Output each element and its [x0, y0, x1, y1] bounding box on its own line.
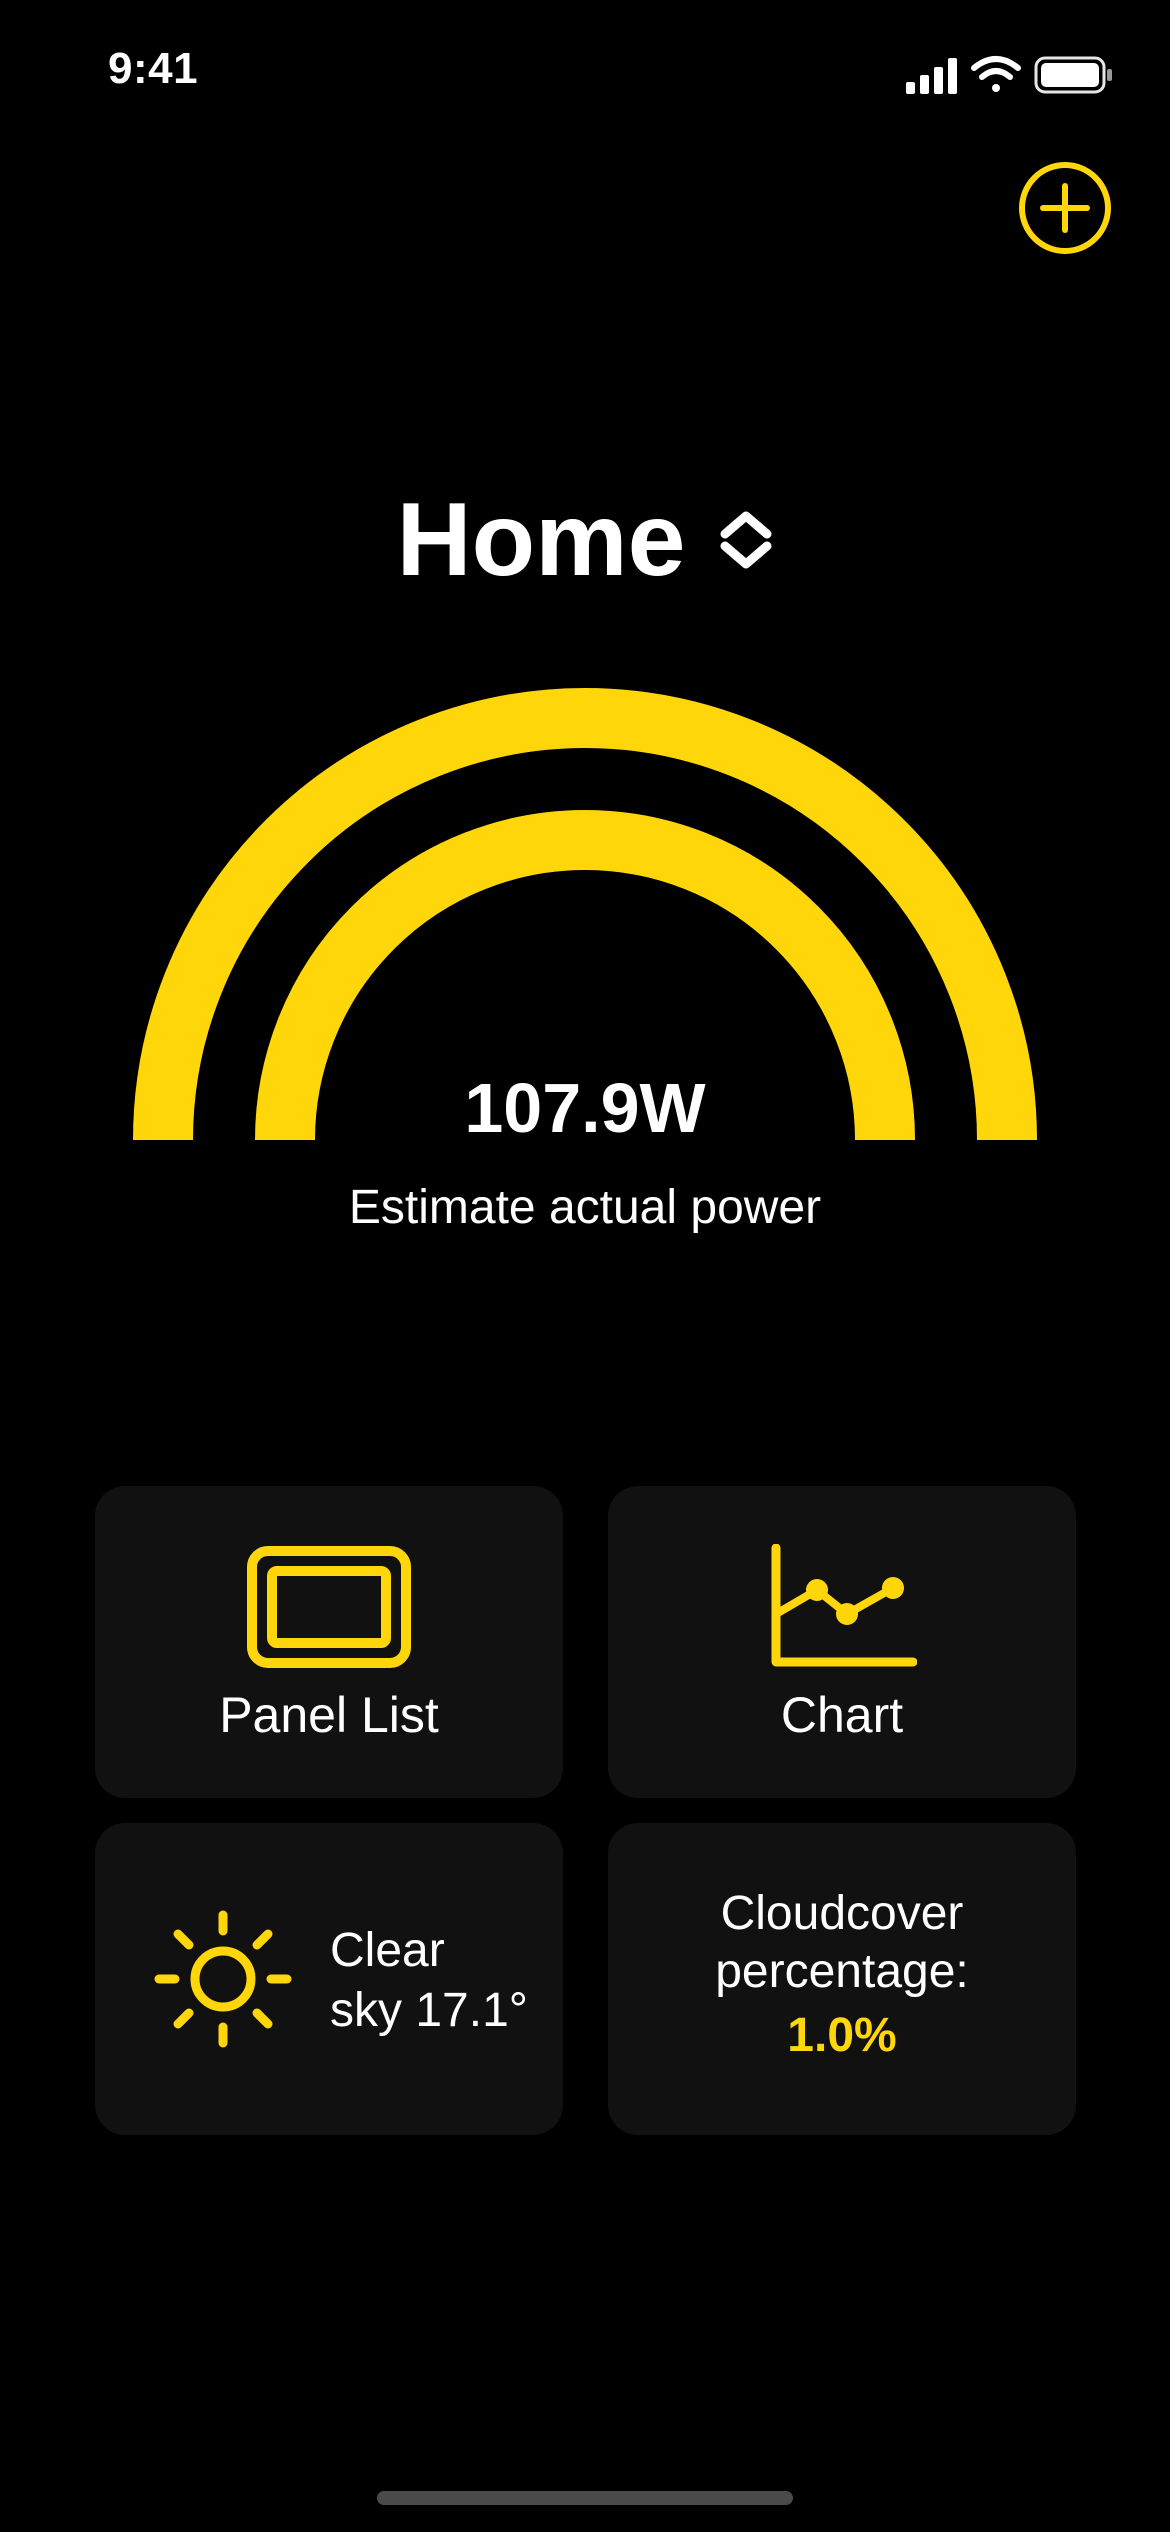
location-name: Home: [396, 482, 686, 598]
battery-icon: [1034, 56, 1112, 94]
chevron-up-down-icon: [720, 511, 772, 569]
cloudcover-text: Cloudcover percentage: 1.0%: [608, 1885, 1076, 2065]
cellular-signal-icon: [906, 58, 957, 94]
status-time: 9:41: [108, 44, 199, 93]
cloudcover-tile: Cloudcover percentage: 1.0%: [608, 1823, 1076, 2135]
weather-line-1: Clear: [330, 1924, 445, 1977]
cloudcover-value: 1.0%: [787, 2009, 897, 2062]
power-value: 107.9W: [464, 1069, 706, 1147]
panel-icon: [247, 1546, 411, 1668]
home-indicator[interactable]: [377, 2491, 793, 2505]
sun-icon: [154, 1910, 292, 2048]
location-selector[interactable]: Home: [0, 480, 1170, 600]
panel-list-label: Panel List: [219, 1687, 439, 1743]
weather-description: Clear sky 17.1°: [330, 1921, 550, 2041]
chart-button[interactable]: Chart: [608, 1486, 1076, 1798]
cloudcover-line-1: Cloudcover: [720, 1887, 964, 1940]
plus-circle-icon: [1019, 162, 1111, 254]
wifi-icon: [971, 56, 1021, 92]
weather-line-2: sky 17.1°: [330, 1984, 528, 2037]
line-chart-icon: [771, 1544, 917, 1667]
power-label: Estimate actual power: [348, 1181, 822, 1234]
status-icons: [906, 56, 1112, 94]
chart-label: Chart: [780, 1687, 904, 1743]
add-button[interactable]: [1017, 160, 1113, 256]
weather-tile: Clear sky 17.1°: [95, 1823, 563, 2135]
cloudcover-line-2: percentage:: [715, 1945, 969, 1998]
panel-list-button[interactable]: Panel List: [95, 1486, 563, 1798]
